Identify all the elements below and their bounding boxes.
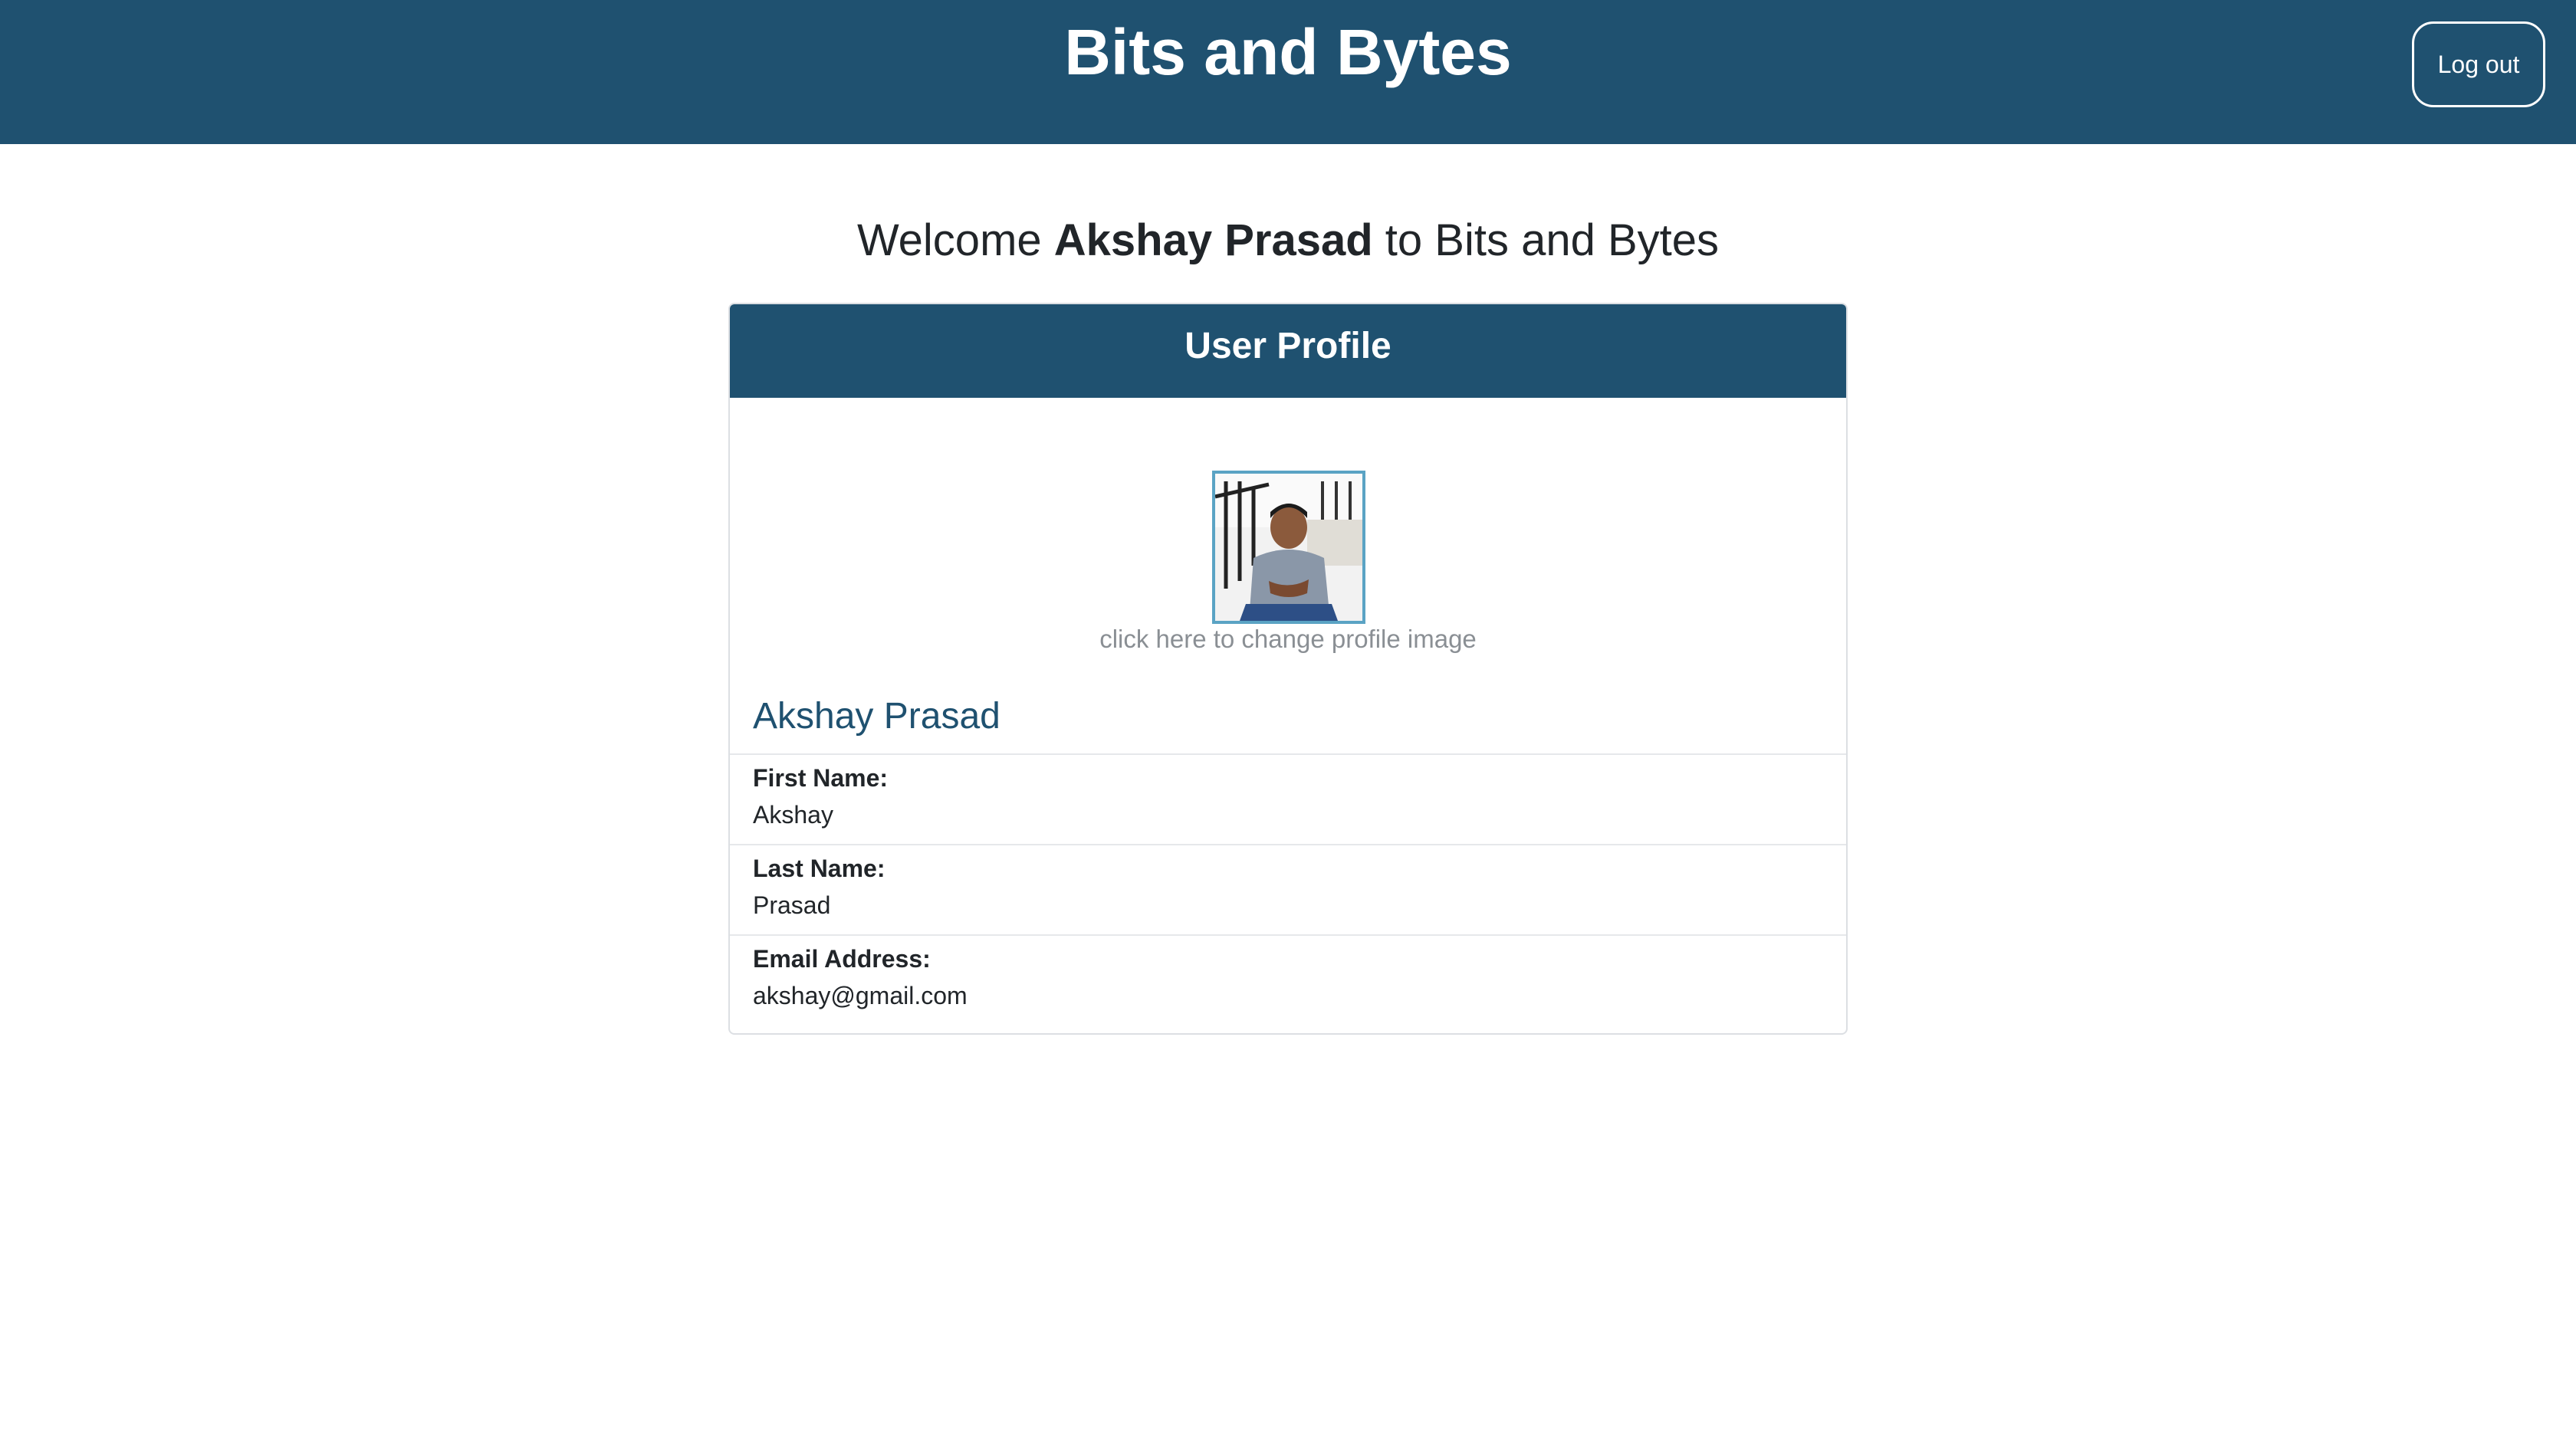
last-name-row: Last Name: Prasad — [730, 844, 1846, 934]
welcome-prefix: Welcome — [856, 215, 1054, 265]
first-name-label: First Name: — [753, 764, 889, 792]
profile-full-name: Akshay Prasad — [753, 696, 1001, 737]
email-row: Email Address: akshay@gmail.com — [730, 934, 1846, 1025]
welcome-suffix: to Bits and Bytes — [1372, 215, 1720, 265]
email-label: Email Address: — [753, 945, 931, 973]
last-name-value: Prasad — [753, 891, 831, 919]
welcome-user-name: Akshay Prasad — [1053, 215, 1373, 265]
avatar-photo-icon — [1215, 474, 1362, 621]
email-value: akshay@gmail.com — [753, 982, 968, 1009]
profile-avatar[interactable] — [1212, 471, 1365, 624]
logout-button[interactable]: Log out — [2412, 21, 2545, 107]
user-profile-card: User Profile click here to change profil… — [728, 303, 1848, 1035]
welcome-heading: Welcome Akshay Prasad to Bits and Bytes — [0, 210, 2576, 271]
brand-title: Bits and Bytes — [1064, 16, 1512, 88]
first-name-row: First Name: Akshay — [730, 753, 1846, 844]
change-profile-image-link[interactable]: click here to change profile image — [730, 625, 1846, 654]
top-navbar: Bits and Bytes Log out — [0, 0, 2576, 144]
card-header: User Profile — [730, 304, 1846, 398]
last-name-label: Last Name: — [753, 855, 886, 882]
first-name-value: Akshay — [753, 801, 833, 829]
